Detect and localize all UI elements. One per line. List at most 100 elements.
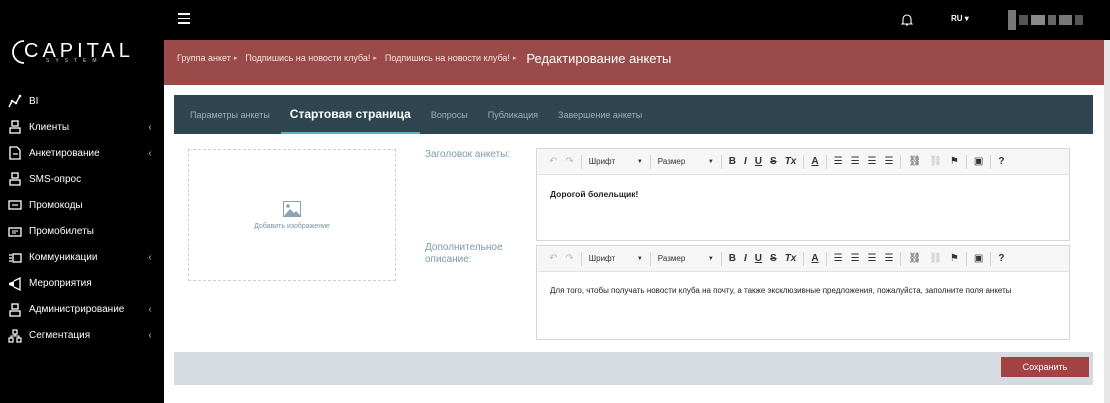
brand-logo[interactable]: CAPITAL SYSTEM — [10, 38, 140, 64]
breadcrumb-separator-icon: ▸ — [233, 55, 238, 62]
align-justify-icon[interactable]: ☰ — [885, 253, 894, 264]
bold-button[interactable]: B — [729, 156, 736, 167]
clear-format-button[interactable]: Tx — [785, 156, 797, 167]
chevron-left-icon: ‹ — [148, 330, 152, 342]
tab-survey-completion[interactable]: Завершение анкеты — [558, 95, 642, 134]
description-label-line1: Дополнительное — [425, 242, 503, 253]
font-family-select[interactable]: Шрифт ▼ — [589, 254, 643, 263]
font-size-select[interactable]: Размер ▼ — [658, 254, 714, 263]
title-editor-content[interactable]: Дорогой болельщик! — [537, 175, 1069, 213]
align-center-icon[interactable]: ☰ — [851, 253, 860, 264]
flag-icon[interactable]: ⚑ — [950, 253, 959, 264]
breadcrumb-item-survey-1[interactable]: Подпишись на новости клуба! — [245, 53, 370, 63]
unlink-icon[interactable]: ⛓ — [929, 156, 942, 167]
help-button[interactable]: ? — [998, 253, 1004, 264]
events-icon — [8, 276, 22, 291]
flag-icon[interactable]: ⚑ — [950, 156, 959, 167]
user-menu[interactable] — [1008, 9, 1083, 31]
align-center-icon[interactable]: ☰ — [851, 156, 860, 167]
link-icon[interactable]: ⛓ — [908, 253, 921, 264]
align-justify-icon[interactable]: ☰ — [885, 156, 894, 167]
tab-questions[interactable]: Вопросы — [431, 95, 468, 134]
text-color-button[interactable]: A — [811, 156, 818, 167]
insert-image-icon[interactable]: ▣ — [974, 156, 983, 167]
sidebar-item-surveys[interactable]: Анкетирование ‹ — [0, 140, 164, 166]
italic-button[interactable]: I — [744, 156, 747, 167]
sidebar-item-promo-codes[interactable]: Промокоды — [0, 192, 164, 218]
chevron-left-icon: ‹ — [148, 304, 152, 316]
sidebar-item-segmentation[interactable]: Сегментация ‹ — [0, 323, 164, 349]
add-image-label: Добавить изображение — [254, 222, 330, 230]
insert-image-icon[interactable]: ▣ — [974, 253, 983, 264]
breadcrumb-item-survey-group[interactable]: Группа анкет — [177, 53, 231, 63]
undo-icon[interactable]: ↶ — [549, 253, 557, 264]
editor-toolbar: ↶ ↷ Шрифт ▼ Размер ▼ B I U S Tx A ☰ ☰ ☰ ☰ … — [537, 149, 1069, 175]
chevron-left-icon: ‹ — [148, 147, 152, 159]
bold-button[interactable]: B — [729, 253, 736, 264]
strikethrough-button[interactable]: S — [770, 156, 777, 167]
form-footer — [174, 352, 1093, 385]
breadcrumb: Группа анкет ▸ Подпишись на новости клуб… — [177, 40, 671, 76]
save-button[interactable]: Сохранить — [1001, 357, 1089, 377]
sms-icon — [8, 172, 22, 186]
description-editor-content[interactable]: Для того, чтобы получать новости клуба н… — [537, 272, 1069, 309]
align-right-icon[interactable]: ☰ — [868, 253, 877, 264]
chevron-left-icon: ‹ — [148, 121, 152, 133]
sidebar-item-events[interactable]: Мероприятия — [0, 271, 164, 297]
survey-icon — [8, 146, 22, 160]
sidebar-item-label: Промокоды — [29, 199, 83, 211]
caret-down-icon: ▼ — [636, 158, 643, 165]
underline-button[interactable]: U — [755, 156, 762, 167]
page-title: Редактирование анкеты — [526, 50, 672, 66]
sidebar-item-label: SMS-опрос — [29, 173, 82, 185]
language-selector[interactable]: RU ▾ — [951, 14, 969, 23]
page-header: Группа анкет ▸ Подпишись на новости клуб… — [164, 40, 1104, 85]
sidebar-item-label: BI — [29, 95, 39, 107]
bi-chart-icon — [8, 94, 22, 108]
font-family-select[interactable]: Шрифт ▼ — [589, 157, 643, 166]
tab-publication[interactable]: Публикация — [488, 95, 538, 134]
help-button[interactable]: ? — [998, 156, 1004, 167]
caret-down-icon: ▼ — [707, 255, 714, 262]
image-uploader[interactable]: Добавить изображение — [188, 149, 396, 281]
description-field-label: Дополнительное описание: — [425, 242, 503, 266]
text-color-button[interactable]: A — [811, 253, 818, 264]
link-icon[interactable]: ⛓ — [908, 156, 921, 167]
align-left-icon[interactable]: ☰ — [834, 253, 843, 264]
redo-icon[interactable]: ↷ — [565, 253, 573, 264]
ticket-icon — [8, 225, 22, 239]
strikethrough-button[interactable]: S — [770, 253, 777, 264]
sidebar-item-administration[interactable]: Администрирование ‹ — [0, 297, 164, 323]
italic-button[interactable]: I — [744, 253, 747, 264]
sidebar-item-sms-survey[interactable]: SMS-опрос — [0, 166, 164, 192]
underline-button[interactable]: U — [755, 253, 762, 264]
undo-icon[interactable]: ↶ — [549, 156, 557, 167]
tab-start-page[interactable]: Стартовая страница — [280, 95, 420, 134]
editor-toolbar: ↶ ↷ Шрифт ▼ Размер ▼ B I U S Tx A ☰ ☰ ☰ ☰ … — [537, 246, 1069, 272]
logo-subtext: SYSTEM — [46, 58, 103, 64]
page-scrollbar[interactable] — [1104, 40, 1110, 403]
chevron-left-icon: ‹ — [148, 252, 152, 264]
align-right-icon[interactable]: ☰ — [868, 156, 877, 167]
sidebar-item-label: Промобилеты — [29, 226, 94, 238]
sidebar-item-promo-tickets[interactable]: Промобилеты — [0, 218, 164, 244]
sidebar-item-bi[interactable]: BI — [0, 88, 164, 114]
notifications-bell-icon[interactable] — [900, 13, 914, 27]
unlink-icon[interactable]: ⛓ — [929, 253, 942, 264]
breadcrumb-separator-icon: ▸ — [373, 55, 377, 62]
font-select-label: Шрифт — [588, 157, 616, 166]
breadcrumb-item-survey-2[interactable]: Подпишись на новости клуба! — [385, 53, 510, 63]
tab-survey-parameters[interactable]: Параметры анкеты — [190, 95, 270, 134]
sidebar-item-clients[interactable]: Клиенты ‹ — [0, 114, 164, 140]
hamburger-menu-icon[interactable] — [178, 13, 190, 25]
description-editor: ↶ ↷ Шрифт ▼ Размер ▼ B I U S Tx A ☰ ☰ ☰ ☰ … — [536, 245, 1070, 340]
font-size-select[interactable]: Размер ▼ — [658, 157, 714, 166]
top-bar: RU ▾ — [164, 0, 1110, 40]
sidebar-item-communications[interactable]: Коммуникации ‹ — [0, 245, 164, 271]
sidebar-item-label: Мероприятия — [29, 278, 92, 290]
caret-down-icon: ▼ — [636, 255, 643, 262]
breadcrumb-separator-icon: ▸ — [512, 55, 517, 62]
redo-icon[interactable]: ↷ — [565, 156, 573, 167]
align-left-icon[interactable]: ☰ — [834, 156, 843, 167]
clear-format-button[interactable]: Tx — [785, 253, 797, 264]
